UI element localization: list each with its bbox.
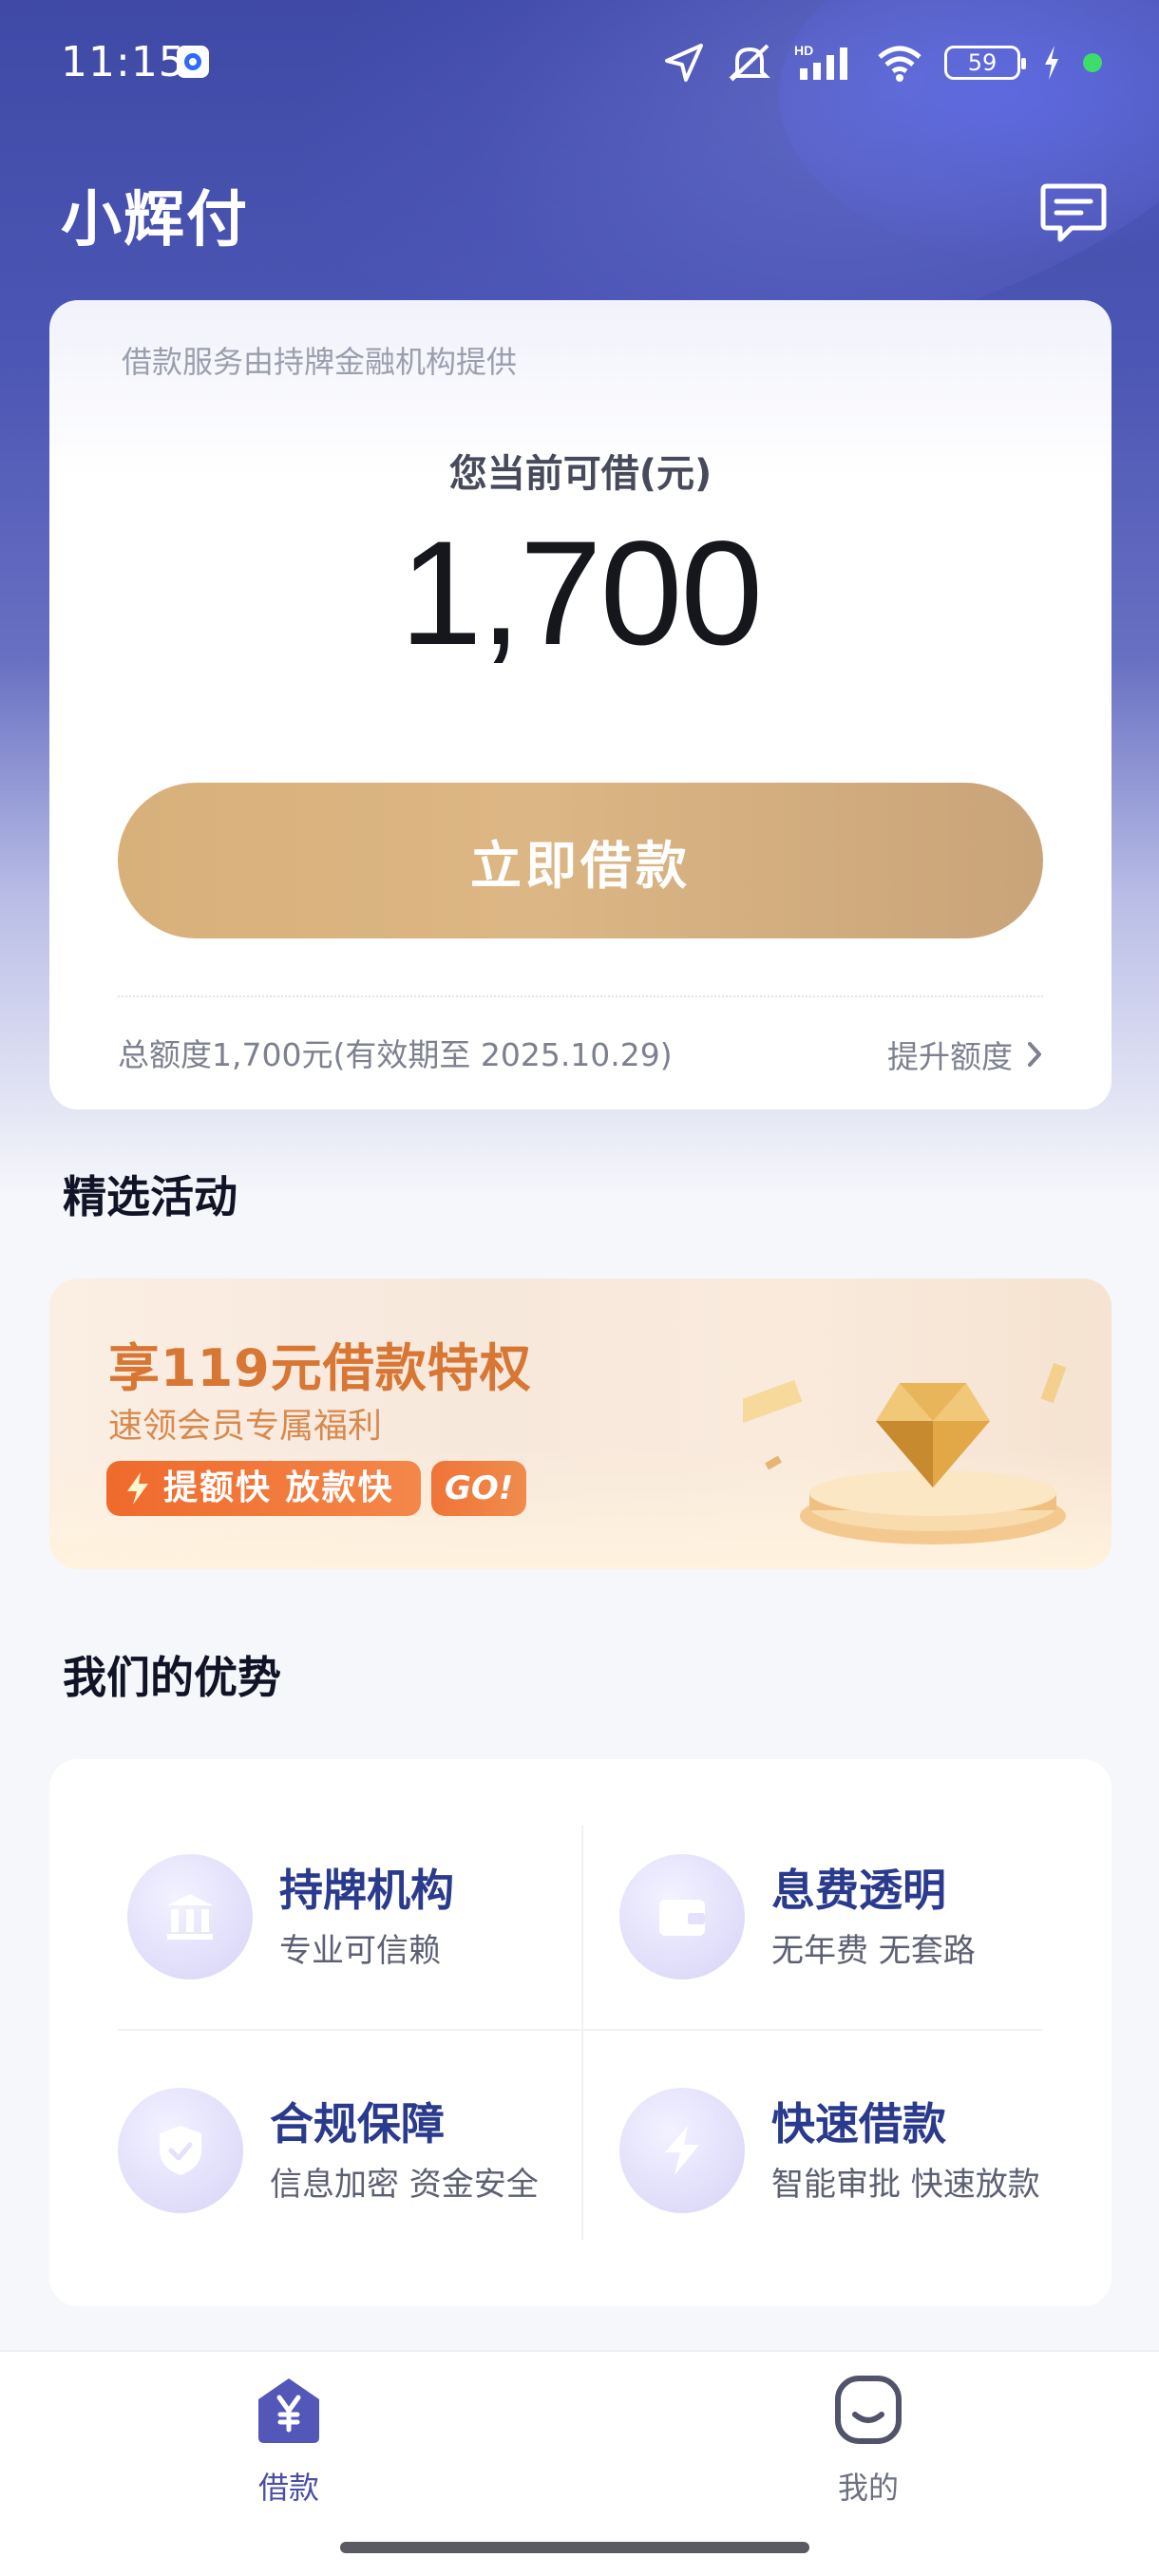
advantage-title: 快速借款: [771, 2098, 946, 2150]
promo-title: 享119元借款特权: [108, 1338, 532, 1398]
advantage-title: 合规保障: [270, 2098, 445, 2150]
status-bar: 11:15 HD 59: [0, 0, 1159, 123]
quota-text: 总额度1,700元(有效期至 2025.10.29): [118, 1036, 673, 1073]
battery-icon: 59: [944, 46, 1026, 80]
shield-icon: [118, 2088, 243, 2213]
tab-borrow-label: 借款: [257, 2470, 319, 2506]
chevron-right-icon: [1028, 1042, 1041, 1067]
wallet-icon: [619, 1854, 745, 1979]
available-amount: 1,700: [399, 511, 763, 676]
svg-text:HD: HD: [794, 43, 813, 58]
tab-borrow[interactable]: 借款: [194, 2375, 384, 2517]
lightning-icon: [127, 1472, 148, 1505]
bank-icon: [127, 1854, 253, 1979]
mute-icon: [729, 44, 770, 82]
notification-app-icon: [177, 46, 209, 78]
location-icon: [665, 44, 703, 82]
loan-card: 借款服务由持牌金融机构提供 您当前可借(元) 1,700 立即借款 总额度1,7…: [49, 300, 1112, 1109]
promo-banner[interactable]: 享119元借款特权 速领会员专属福利 提额快 放款快 GO!: [49, 1279, 1112, 1569]
signal-hd-icon: HD: [794, 43, 847, 80]
status-icons: HD 59: [663, 40, 1102, 85]
card-divider: [118, 995, 1043, 997]
raise-quota-link[interactable]: 提升额度: [887, 1032, 1043, 1077]
advantage-subtitle: 信息加密 资金安全: [270, 2166, 539, 2204]
promo-subtitle: 速领会员专属福利: [108, 1407, 383, 1446]
advantage-title: 持牌机构: [279, 1865, 454, 1916]
tab-mine-label: 我的: [837, 2470, 899, 2506]
green-dot-icon: [1083, 53, 1102, 72]
status-time: 11:15: [61, 38, 186, 86]
raise-quota-label: 提升额度: [887, 1038, 1013, 1075]
advantage-item-compliance: 合规保障 信息加密 资金安全: [118, 2080, 574, 2223]
advantage-item-transparent: 息费透明 无年费 无套路: [619, 1847, 1075, 1989]
lightning-icon: [619, 2088, 745, 2213]
advantage-subtitle: 无年费 无套路: [771, 1932, 976, 1970]
advantages-divider-horizontal: [118, 2029, 1043, 2031]
message-icon: [1040, 183, 1107, 242]
promo-tag-label: 提额快 放款快: [163, 1468, 394, 1507]
message-button[interactable]: [1039, 180, 1108, 245]
yuan-home-icon: [258, 2378, 319, 2443]
tab-mine[interactable]: 我的: [773, 2375, 963, 2517]
advantage-item-fast: 快速借款 智能审批 快速放款: [619, 2080, 1075, 2223]
advantage-subtitle: 专业可信赖: [279, 1932, 441, 1970]
charging-icon: [1045, 46, 1058, 80]
home-indicator[interactable]: [340, 2542, 809, 2553]
available-label: 您当前可借(元): [448, 452, 712, 496]
borrow-now-button[interactable]: 立即借款: [118, 783, 1043, 938]
advantage-subtitle: 智能审批 快速放款: [771, 2166, 1040, 2204]
app-title: 小辉付: [61, 185, 249, 256]
diamond-icon: [743, 1362, 1067, 1544]
card-notice: 借款服务由持牌金融机构提供: [122, 344, 518, 380]
advantages-section-title: 我们的优势: [63, 1652, 281, 1703]
activities-section-title: 精选活动: [63, 1171, 238, 1222]
wifi-icon: [878, 46, 922, 82]
promo-tag: 提额快 放款快: [106, 1461, 421, 1516]
advantage-item-licensed: 持牌机构 专业可信赖: [127, 1847, 583, 1989]
promo-go-badge: GO!: [431, 1461, 527, 1516]
smile-face-icon: [835, 2376, 902, 2444]
advantages-card: 持牌机构 专业可信赖 息费透明 无年费 无套路 合规保障 信息加密 资金安全 快…: [49, 1759, 1112, 2306]
advantage-title: 息费透明: [771, 1865, 946, 1916]
